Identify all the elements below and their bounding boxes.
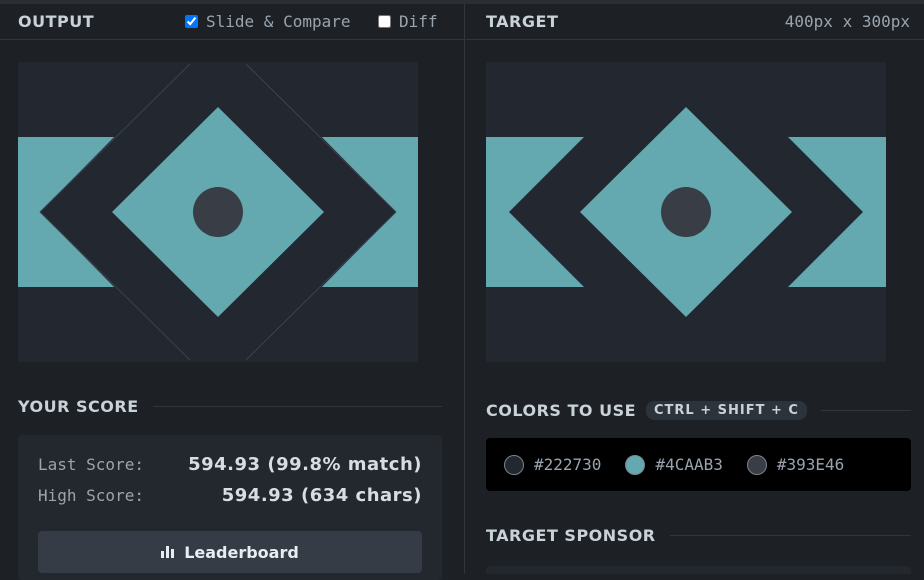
score-heading: YOUR SCORE bbox=[18, 397, 139, 416]
diff-label: Diff bbox=[399, 12, 438, 31]
score-rule bbox=[152, 406, 442, 407]
leaderboard-button[interactable]: Leaderboard bbox=[38, 531, 422, 573]
sponsor-panel bbox=[486, 566, 911, 574]
high-score-row: High Score: 594.93 (634 chars) bbox=[38, 485, 422, 506]
last-score-row: Last Score: 594.93 (99.8% match) bbox=[38, 454, 422, 475]
sponsor-heading-row: TARGET SPONSOR bbox=[486, 526, 911, 545]
swatch-hex: #4CAAB3 bbox=[655, 455, 723, 474]
copy-colors-shortcut: CTRL + SHIFT + C bbox=[646, 401, 807, 420]
swatch-hex: #393E46 bbox=[776, 455, 845, 474]
last-score-label: Last Score: bbox=[38, 455, 144, 474]
output-center-circle bbox=[193, 187, 243, 237]
slide-compare-checkbox[interactable] bbox=[185, 15, 198, 28]
swatch-dot bbox=[625, 454, 646, 475]
output-header: OUTPUT Slide & Compare Diff bbox=[0, 4, 464, 40]
swatch-dot bbox=[504, 454, 524, 475]
sponsor-rule bbox=[669, 535, 911, 536]
diff-checkbox[interactable] bbox=[378, 15, 391, 28]
swatch-3[interactable]: #393E46 bbox=[746, 454, 845, 475]
swatch-2[interactable]: #4CAAB3 bbox=[625, 454, 723, 475]
target-header: TARGET 400px x 300px bbox=[465, 4, 924, 40]
high-score-label: High Score: bbox=[38, 486, 144, 505]
target-dimensions: 400px x 300px bbox=[784, 12, 910, 31]
diff-toggle[interactable]: Diff bbox=[378, 12, 438, 31]
colors-heading-row: COLORS TO USE CTRL + SHIFT + C bbox=[486, 401, 911, 420]
swatch-dot bbox=[746, 454, 767, 475]
bar-chart-icon bbox=[161, 546, 175, 558]
high-score-value: 594.93 (634 chars) bbox=[221, 485, 422, 506]
slide-compare-label: Slide & Compare bbox=[206, 12, 351, 31]
score-panel: Last Score: 594.93 (99.8% match) High Sc… bbox=[18, 435, 442, 580]
color-swatches: #222730 #4CAAB3 #393E46 bbox=[486, 438, 911, 491]
target-center-circle bbox=[661, 187, 711, 237]
colors-rule bbox=[820, 410, 911, 411]
slide-compare-toggle[interactable]: Slide & Compare bbox=[185, 12, 351, 31]
target-canvas bbox=[486, 62, 886, 362]
sponsor-heading: TARGET SPONSOR bbox=[486, 526, 656, 545]
target-art bbox=[486, 62, 886, 362]
swatch-1[interactable]: #222730 bbox=[504, 454, 602, 475]
panel-divider[interactable] bbox=[464, 4, 465, 574]
leaderboard-label: Leaderboard bbox=[184, 542, 299, 562]
last-score-value: 594.93 (99.8% match) bbox=[188, 454, 422, 475]
swatch-hex: #222730 bbox=[534, 455, 602, 474]
output-title: OUTPUT bbox=[18, 12, 95, 31]
colors-heading: COLORS TO USE bbox=[486, 401, 637, 420]
output-canvas[interactable] bbox=[18, 62, 418, 362]
target-title: TARGET bbox=[486, 12, 559, 31]
score-heading-row: YOUR SCORE bbox=[18, 397, 442, 416]
output-art bbox=[18, 62, 418, 362]
